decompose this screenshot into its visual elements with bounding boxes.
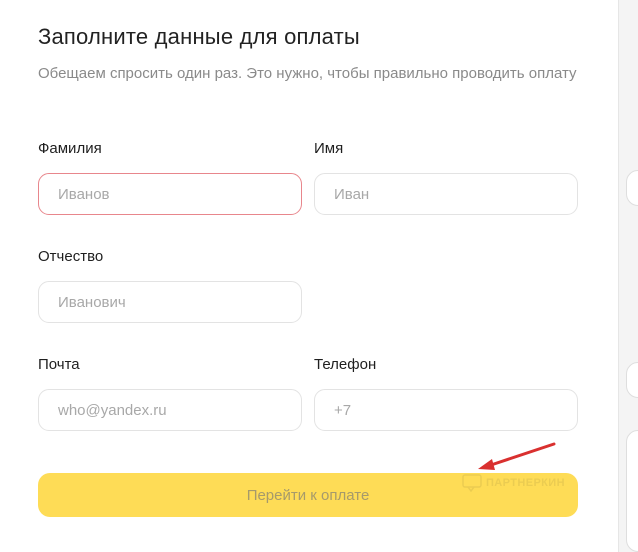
background-element: [626, 362, 638, 398]
annotation-arrow-icon: [478, 442, 556, 470]
last-name-input[interactable]: Иванов: [38, 173, 302, 215]
phone-input[interactable]: +7: [314, 389, 578, 431]
email-label: Почта: [38, 356, 80, 373]
first-name-placeholder: Иван: [334, 185, 370, 203]
payment-form-panel: Заполните данные для оплаты Обещаем спро…: [0, 0, 619, 552]
watermark: ПАРТНЕРКИН: [462, 474, 565, 492]
middle-name-label: Отчество: [38, 248, 104, 265]
go-to-payment-label: Перейти к оплате: [246, 486, 370, 504]
phone-label: Телефон: [314, 356, 377, 373]
form-subtitle: Обещаем спросить один раз. Это нужно, чт…: [38, 65, 577, 82]
background-edge: [618, 0, 638, 552]
first-name-label: Имя: [314, 140, 344, 157]
background-element: [626, 170, 638, 206]
last-name-label: Фамилия: [38, 140, 102, 157]
phone-placeholder: +7: [334, 401, 352, 419]
watermark-text: ПАРТНЕРКИН: [486, 477, 565, 489]
page: Заполните данные для оплаты Обещаем спро…: [0, 0, 638, 552]
email-input[interactable]: who@yandex.ru: [38, 389, 302, 431]
first-name-input[interactable]: Иван: [314, 173, 578, 215]
last-name-placeholder: Иванов: [58, 185, 110, 203]
middle-name-placeholder: Иванович: [58, 293, 126, 311]
middle-name-input[interactable]: Иванович: [38, 281, 302, 323]
background-element: [626, 430, 638, 552]
watermark-icon: [462, 474, 482, 492]
form-title: Заполните данные для оплаты: [38, 24, 360, 49]
email-placeholder: who@yandex.ru: [58, 401, 167, 419]
